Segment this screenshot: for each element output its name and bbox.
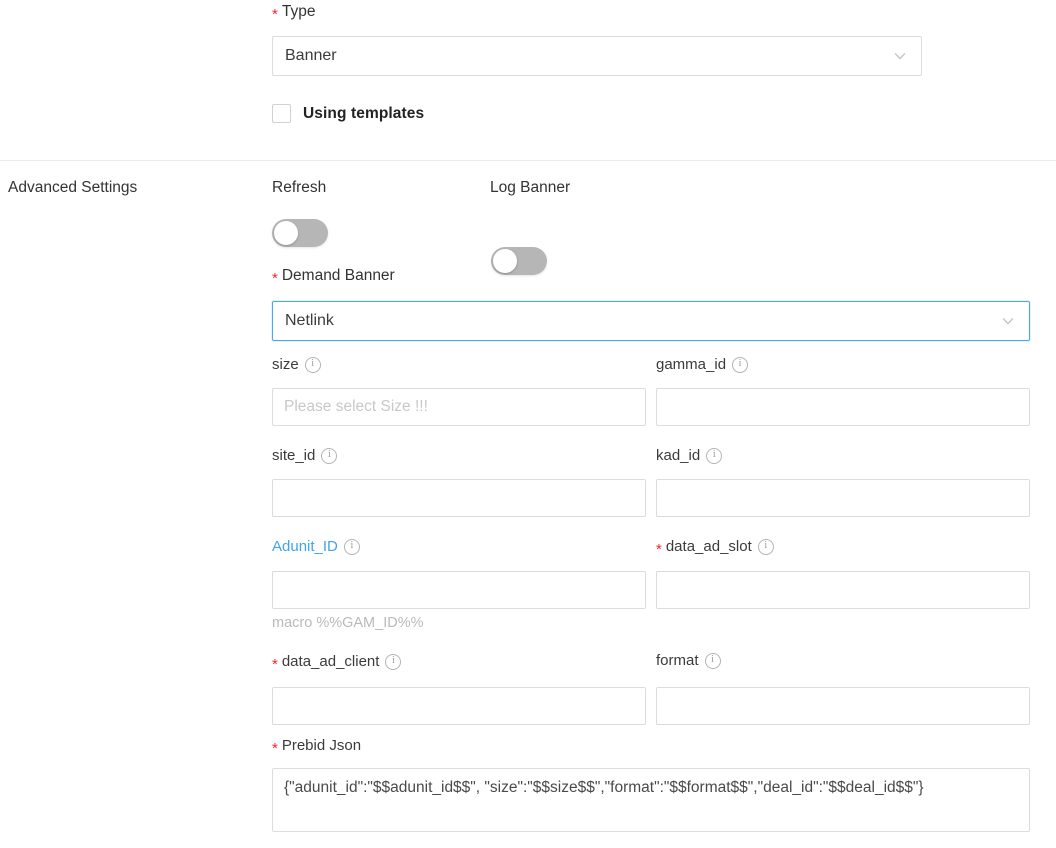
info-circle-icon[interactable] [757, 539, 774, 555]
refresh-label: Refresh [272, 179, 327, 196]
info-circle-icon[interactable] [706, 448, 723, 464]
type-select[interactable]: Banner [272, 36, 922, 76]
required-indicator: * [272, 739, 278, 757]
data-ad-client-input-wrap [272, 687, 646, 725]
kad-id-label: kad_id [656, 446, 723, 466]
using-templates-row[interactable]: Using templates [272, 104, 424, 123]
advanced-settings-title: Advanced Settings [8, 179, 138, 196]
chevron-down-icon [893, 49, 907, 63]
size-input[interactable] [272, 388, 646, 426]
data-ad-client-label-text: data_ad_client [281, 653, 380, 670]
required-indicator: * [272, 269, 278, 287]
kad-id-input[interactable] [656, 479, 1030, 517]
gamma-id-label: gamma_id [656, 355, 749, 375]
using-templates-label: Using templates [303, 104, 425, 122]
prebid-json-textarea[interactable] [272, 768, 1030, 832]
adunit-id-label-link[interactable]: Adunit_ID [272, 537, 338, 557]
log-banner-toggle-knob [493, 249, 517, 273]
gamma-id-input-wrap [656, 388, 1030, 426]
refresh-toggle[interactable] [272, 219, 328, 247]
type-field-label: * Type [272, 2, 315, 22]
required-indicator: * [272, 5, 278, 23]
demand-banner-label-text: Demand Banner [281, 267, 395, 284]
kad-id-label-text: kad_id [656, 447, 701, 464]
type-label-text: Type [281, 3, 316, 20]
section-divider [0, 160, 1056, 161]
refresh-toggle-knob [274, 221, 298, 245]
size-input-wrap [272, 388, 646, 426]
gamma-id-label-text: gamma_id [656, 356, 727, 373]
adunit-id-label: Adunit_ID [272, 537, 360, 557]
demand-banner-label: * Demand Banner [272, 266, 395, 286]
format-input-wrap [656, 687, 1030, 725]
site-id-input[interactable] [272, 479, 646, 517]
prebid-json-label: * Prebid Json [272, 736, 361, 756]
data-ad-client-label: * data_ad_client [272, 652, 402, 673]
chevron-down-icon [1001, 314, 1015, 328]
adunit-id-input[interactable] [272, 571, 646, 609]
info-circle-icon[interactable] [304, 357, 321, 373]
format-input[interactable] [656, 687, 1030, 725]
log-banner-toggle[interactable] [491, 247, 547, 275]
site-id-input-wrap [272, 479, 646, 517]
data-ad-slot-label-text: data_ad_slot [665, 538, 752, 555]
data-ad-client-input[interactable] [272, 687, 646, 725]
prebid-json-label-text: Prebid Json [281, 737, 362, 754]
format-label-text: format [656, 652, 699, 669]
demand-banner-select[interactable]: Netlink [272, 301, 1030, 341]
adunit-id-hint: macro %%GAM_ID%% [272, 615, 424, 631]
info-circle-icon[interactable] [732, 357, 749, 373]
info-circle-icon[interactable] [385, 654, 402, 670]
using-templates-checkbox[interactable] [272, 104, 291, 123]
info-circle-icon[interactable] [321, 448, 338, 464]
size-label-text: size [272, 356, 299, 373]
required-indicator: * [272, 655, 278, 673]
type-select-value: Banner [285, 47, 337, 64]
adunit-id-input-wrap [272, 571, 646, 609]
data-ad-slot-input[interactable] [656, 571, 1030, 609]
demand-banner-select-value: Netlink [285, 312, 334, 329]
site-id-label: site_id [272, 446, 338, 466]
required-indicator: * [656, 540, 662, 558]
ad-unit-settings-form: * Type Banner Using templates Advanced S… [0, 0, 1056, 848]
info-circle-icon[interactable] [704, 653, 721, 669]
gamma-id-input[interactable] [656, 388, 1030, 426]
log-banner-label: Log Banner [490, 179, 571, 196]
kad-id-input-wrap [656, 479, 1030, 517]
format-label: format [656, 651, 721, 671]
site-id-label-text: site_id [272, 447, 316, 464]
data-ad-slot-label: * data_ad_slot [656, 537, 774, 557]
data-ad-slot-input-wrap [656, 571, 1030, 609]
info-circle-icon[interactable] [343, 539, 360, 555]
size-label: size [272, 355, 321, 375]
